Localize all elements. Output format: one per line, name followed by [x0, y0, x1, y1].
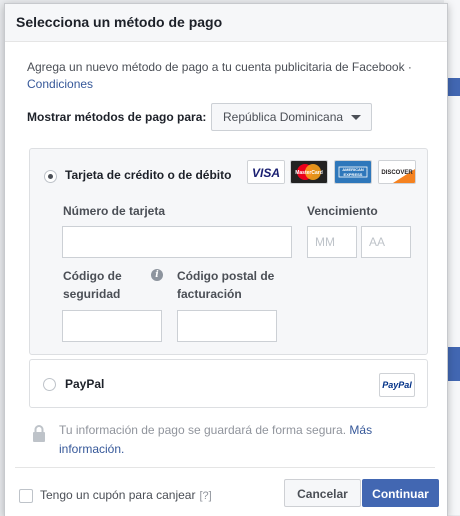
- svg-text:EXPRESS: EXPRESS: [344, 172, 363, 177]
- paypal-option-label: PayPal: [65, 377, 105, 391]
- secure-note-message: Tu información de pago se guardará de fo…: [59, 423, 347, 437]
- continue-button[interactable]: Continuar: [362, 479, 439, 507]
- info-icon[interactable]: i: [151, 269, 163, 281]
- expiry-year-input[interactable]: [361, 226, 411, 258]
- card-number-label: Número de tarjeta: [63, 204, 166, 218]
- svg-text:MasterCard: MasterCard: [295, 170, 323, 176]
- card-number-input[interactable]: [62, 226, 292, 258]
- coupon-label: Tengo un cupón para canjear [?]: [40, 488, 212, 502]
- background-bar: [446, 78, 460, 96]
- coupon-label-text: Tengo un cupón para canjear: [40, 488, 196, 502]
- payment-method-dialog: Selecciona un método de pago Agrega un n…: [4, 3, 448, 516]
- background-bar: [446, 347, 460, 381]
- card-option-label: Tarjeta de crédito o de débito: [65, 168, 232, 182]
- lock-icon: [33, 425, 45, 442]
- more-info-link-part1: Más: [349, 423, 373, 437]
- postal-code-label-line2: facturación: [177, 287, 242, 301]
- security-code-input[interactable]: [62, 310, 162, 342]
- secure-note-text: Tu información de pago se guardará de fo…: [59, 421, 399, 459]
- dialog-description: Agrega un nuevo método de pago a tu cuen…: [27, 59, 427, 93]
- postal-code-label: Código postal de facturación: [177, 267, 274, 303]
- postal-code-input[interactable]: [177, 310, 277, 342]
- paypal-logo-icon: PayPal: [379, 373, 415, 397]
- coupon-checkbox[interactable]: [19, 489, 33, 503]
- card-option-radio[interactable]: [44, 170, 57, 183]
- mastercard-logo-icon: MasterCard: [290, 160, 328, 184]
- expiry-label: Vencimiento: [307, 204, 378, 218]
- country-value: República Dominicana: [223, 110, 344, 124]
- more-info-link-part2: información.: [59, 442, 125, 456]
- paypal-logo-text: PayPal: [382, 380, 412, 390]
- card-option-panel: Tarjeta de crédito o de débito VISA Mast…: [29, 148, 428, 355]
- postal-code-label-line1: Código postal de: [177, 269, 275, 283]
- coupon-help-link[interactable]: [?]: [199, 490, 211, 502]
- chevron-down-icon: [351, 115, 362, 120]
- svg-text:DISCOVER: DISCOVER: [381, 170, 413, 176]
- visa-logo-icon: VISA: [247, 160, 285, 184]
- security-code-label-line1: Código de: [63, 269, 122, 283]
- show-methods-row: Mostrar métodos de pago para: República …: [27, 103, 427, 133]
- paypal-option-radio[interactable]: [43, 378, 56, 391]
- expiry-month-input[interactable]: [307, 226, 357, 258]
- svg-text:VISA: VISA: [252, 166, 280, 180]
- security-code-label-line2: seguridad: [63, 287, 121, 301]
- footer-divider: [15, 467, 435, 468]
- amex-logo-icon: AMERICAN EXPRESS: [334, 160, 372, 184]
- description-text: Agrega un nuevo método de pago a tu cuen…: [27, 60, 412, 74]
- discover-logo-icon: DISCOVER: [378, 160, 416, 184]
- dialog-title: Selecciona un método de pago: [5, 4, 447, 42]
- security-code-label: Código de seguridad: [63, 267, 122, 303]
- paypal-option-panel[interactable]: PayPal PayPal: [29, 359, 428, 408]
- country-dropdown[interactable]: República Dominicana: [211, 103, 373, 131]
- show-methods-label: Mostrar métodos de pago para:: [27, 110, 207, 124]
- cancel-button[interactable]: Cancelar: [284, 479, 361, 507]
- conditions-link[interactable]: Condiciones: [27, 77, 93, 91]
- card-logos: VISA MasterCard AMERICAN EXPRESS DISCOVE…: [247, 160, 416, 184]
